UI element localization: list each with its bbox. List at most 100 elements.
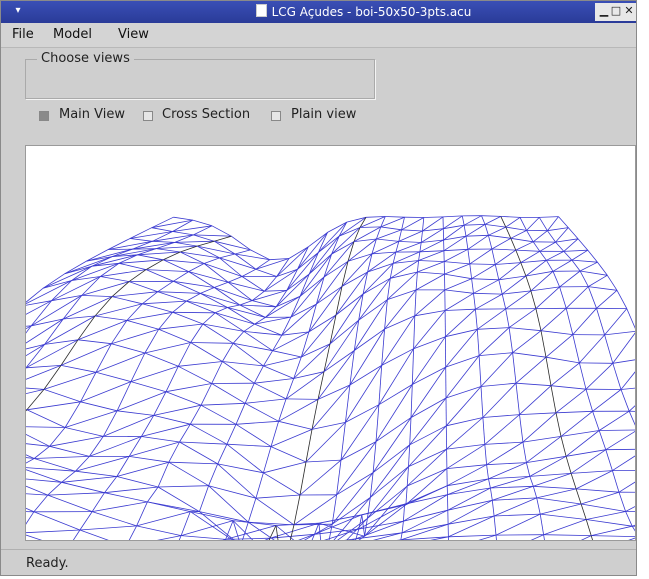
mesh-edge — [616, 290, 628, 309]
mesh-edge — [571, 259, 598, 263]
mesh-edge — [255, 497, 295, 526]
mesh-edge — [401, 229, 423, 232]
cross-section-checkbox[interactable] — [143, 111, 153, 121]
mesh-edge — [469, 248, 493, 265]
mesh-edge — [579, 362, 587, 390]
mesh-edge — [349, 365, 382, 386]
maximize-icon[interactable]: □ — [610, 4, 622, 18]
mesh-edge — [570, 473, 577, 490]
mesh-edge — [235, 423, 272, 447]
mesh-edge — [519, 385, 552, 415]
mesh-edge — [130, 381, 167, 393]
mesh-edge — [245, 398, 287, 404]
mesh-edge — [226, 424, 237, 445]
mesh-edge — [26, 365, 62, 380]
mesh-edge — [571, 470, 613, 474]
mesh-edge — [463, 215, 482, 226]
mesh-edge — [530, 290, 537, 309]
mesh-edge — [628, 411, 635, 426]
mesh-edge — [490, 487, 493, 501]
mesh-edge — [290, 276, 325, 318]
mesh-edge — [353, 299, 388, 351]
mesh-edge — [479, 352, 513, 356]
mesh-edge — [232, 342, 264, 367]
mesh-edge — [530, 534, 544, 540]
mesh-edge — [545, 334, 574, 358]
mesh-edge — [286, 398, 319, 400]
mesh-edge — [445, 308, 476, 311]
mesh-edge — [142, 303, 173, 313]
mesh-edge — [186, 300, 216, 314]
mesh-edge — [467, 249, 471, 264]
mesh-edge — [255, 258, 290, 270]
main-view-label[interactable]: Main View — [59, 107, 125, 122]
mesh-edge — [559, 286, 567, 309]
mesh-edge — [480, 352, 513, 387]
mesh-edge — [47, 492, 105, 496]
mesh-edge — [361, 514, 365, 537]
mesh-edge — [464, 224, 486, 226]
mesh-edge — [519, 412, 557, 415]
mesh-edge — [587, 286, 597, 309]
mesh-edge — [300, 314, 337, 358]
mesh-edge — [559, 270, 581, 288]
mesh-edge — [34, 456, 90, 459]
mesh-edge — [129, 456, 169, 463]
mesh-edge — [234, 249, 251, 255]
mesh-edge — [141, 436, 180, 443]
mesh-edge — [308, 235, 340, 275]
mesh-edge — [445, 308, 476, 337]
mesh-edge — [177, 342, 191, 367]
mesh-edge — [370, 466, 409, 498]
mesh-edge — [168, 461, 209, 487]
mesh-edge — [586, 519, 633, 527]
close-icon[interactable]: ✕ — [623, 4, 635, 18]
3d-viewport[interactable] — [25, 145, 636, 541]
mesh-edge — [444, 261, 470, 265]
mesh-edge — [605, 430, 635, 451]
mesh-edge — [153, 391, 167, 416]
mesh-edge — [255, 472, 264, 499]
title-bar[interactable]: ▾ LCG Açudes - boi-50x50-3pts.acu ▁ □ ✕ — [1, 1, 636, 23]
menu-model[interactable]: Model — [53, 27, 92, 42]
mesh-edge — [576, 488, 620, 493]
mesh-edge — [263, 350, 273, 367]
mesh-edge — [533, 485, 577, 490]
plain-view-label[interactable]: Plain view — [291, 107, 356, 122]
mesh-edge — [89, 436, 142, 457]
mesh-edge — [477, 308, 506, 330]
menu-file[interactable]: File — [12, 27, 34, 42]
mesh-edge — [628, 405, 635, 412]
mesh-edge — [42, 273, 66, 289]
mesh-edge — [190, 323, 204, 343]
mesh-edge — [478, 327, 510, 356]
mesh-edge — [137, 254, 164, 261]
mesh-edge — [156, 248, 181, 253]
main-view-checkbox[interactable] — [39, 111, 49, 121]
mesh-edge — [555, 241, 565, 252]
window-title: LCG Açudes - boi-50x50-3pts.acu — [255, 1, 471, 23]
mesh-edge — [173, 271, 189, 282]
mesh-edge — [117, 410, 154, 416]
mesh-edge — [336, 472, 374, 496]
mesh-edge — [26, 401, 81, 411]
mesh-edge — [446, 417, 484, 450]
mesh-edge — [281, 316, 292, 336]
mesh-edge — [481, 215, 501, 217]
mesh-edge — [535, 286, 560, 309]
mesh-edge — [571, 249, 589, 261]
plain-view-checkbox[interactable] — [271, 111, 281, 121]
mesh-edge — [168, 441, 180, 463]
mesh-edge — [532, 486, 538, 499]
mesh-edge — [540, 513, 587, 520]
mesh-edge — [188, 263, 205, 272]
mesh-edge — [299, 459, 342, 496]
minimize-icon[interactable]: ▁ — [598, 4, 610, 18]
menu-view[interactable]: View — [118, 27, 149, 42]
mesh-edge — [488, 478, 491, 489]
mesh-edge — [413, 315, 416, 349]
cross-section-label[interactable]: Cross Section — [162, 107, 250, 122]
mesh-edge — [448, 534, 497, 538]
mesh-edge — [505, 308, 510, 328]
terrain-mesh — [26, 215, 635, 540]
